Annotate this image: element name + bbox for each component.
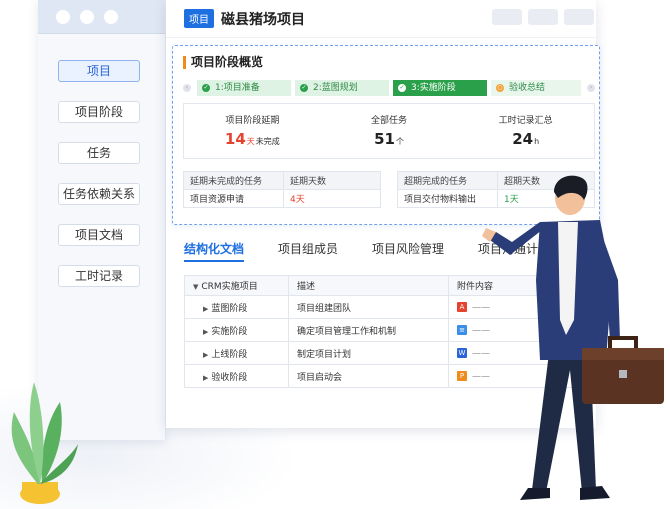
businessman-illustration — [482, 175, 664, 500]
sidebar-item-timesheet[interactable]: 工时记录 — [58, 265, 140, 287]
table-row[interactable]: 项目资源申请 4天 — [183, 189, 381, 208]
main-header: 项目 磁县猪场项目 — [166, 0, 596, 38]
stat-tasks-value: 51 — [374, 130, 395, 148]
header-button[interactable] — [564, 9, 594, 25]
pending-icon: ○ — [496, 84, 504, 92]
ppt-icon[interactable]: P — [457, 370, 467, 381]
overdue-unfinished-table: 延期未完成的任务 延期天数 项目资源申请 4天 — [183, 171, 381, 208]
pdf-icon[interactable]: A — [457, 301, 467, 312]
caret-right-icon[interactable]: ▶ — [203, 328, 208, 336]
check-icon: ✓ — [300, 84, 308, 92]
step-implementation[interactable]: ✓ 3:实施阶段 — [393, 80, 487, 96]
step-project-prep[interactable]: ✓ 1:项目准备 — [197, 80, 291, 96]
project-badge: 项目 — [184, 9, 214, 28]
caret-right-icon[interactable]: ▶ — [203, 305, 208, 313]
tab-team-members[interactable]: 项目组成员 — [278, 240, 338, 266]
window-dot-icon[interactable] — [56, 9, 70, 24]
stat-hours-value: 24 — [512, 130, 534, 148]
check-icon: ✓ — [202, 84, 210, 92]
stat-phase-delay: 项目阶段延期 14天未完成 — [224, 116, 280, 148]
check-icon: ✓ — [398, 84, 406, 92]
chevron-right-icon[interactable]: › — [587, 84, 595, 92]
header-button[interactable] — [528, 9, 558, 25]
stat-all-tasks: 全部任务 51个 — [371, 116, 408, 148]
word-icon[interactable]: W — [457, 347, 467, 358]
stat-delay-value: 14 — [224, 130, 246, 148]
window-dot-icon[interactable] — [80, 9, 94, 24]
sidebar-item-task[interactable]: 任务 — [58, 142, 140, 164]
caret-right-icon[interactable]: ▶ — [203, 374, 208, 382]
step-acceptance[interactable]: ○ 验收总结 — [491, 80, 581, 96]
stat-hours: 工时记录汇总 24h — [498, 116, 553, 148]
plant-illustration — [11, 382, 78, 504]
step-blueprint[interactable]: ✓ 2:蓝图规划 — [295, 80, 389, 96]
stats-card: 项目阶段延期 14天未完成 全部任务 51个 工时记录汇总 24h — [183, 103, 595, 159]
chevron-left-icon[interactable]: ‹ — [183, 84, 191, 92]
tab-risk-management[interactable]: 项目风险管理 — [372, 240, 444, 266]
caret-right-icon[interactable]: ▶ — [203, 351, 208, 359]
overview-title: 项目阶段概览 — [183, 56, 263, 69]
doc-icon[interactable]: ≡ — [457, 324, 467, 335]
phase-stepper: ‹ ✓ 1:项目准备 ✓ 2:蓝图规划 ✓ 3:实施阶段 ○ 验收总结 › — [183, 80, 595, 96]
tab-structured-docs[interactable]: 结构化文档 — [184, 240, 245, 262]
sidebar-nav: 项目 项目阶段 任务 任务依赖关系 项目文档 工时记录 — [58, 60, 140, 306]
header-button[interactable] — [492, 9, 522, 25]
sidebar-item-project[interactable]: 项目 — [58, 60, 140, 82]
sidebar-item-project-docs[interactable]: 项目文档 — [58, 224, 140, 246]
page-title: 磁县猪场项目 — [221, 11, 305, 28]
window-dot-icon[interactable] — [104, 9, 118, 24]
sidebar-item-task-dependency[interactable]: 任务依赖关系 — [58, 183, 140, 205]
sidebar-item-project-phase[interactable]: 项目阶段 — [58, 101, 140, 123]
window-titlebar — [38, 0, 165, 34]
caret-down-icon[interactable]: ▼ — [193, 283, 198, 291]
